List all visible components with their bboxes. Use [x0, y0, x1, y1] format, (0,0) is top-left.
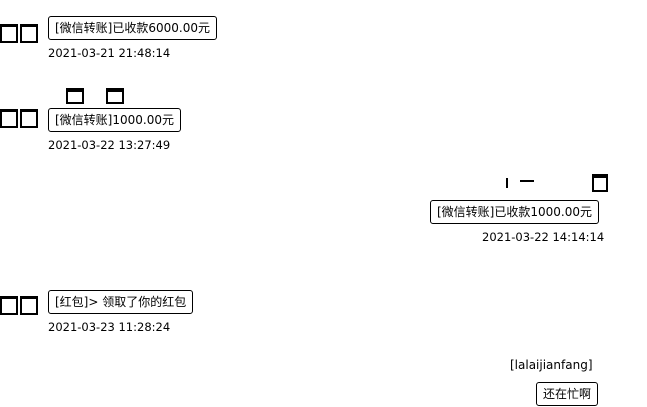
message-bubble[interactable]: 还在忙啊 [536, 382, 599, 406]
avatar [0, 109, 38, 128]
artifact-mark [520, 180, 534, 182]
message-bubble[interactable]: [微信转账]已收款1000.00元 [430, 200, 599, 224]
message-bubble[interactable]: [红包]> 领取了你的红包 [48, 290, 194, 314]
message-text: [微信转账]已收款6000.00元 [55, 21, 210, 35]
avatar [592, 174, 608, 192]
image-icon [66, 88, 84, 104]
message-text: [微信转账]1000.00元 [55, 113, 174, 127]
sender-handle: [lalaijianfang] [510, 358, 593, 372]
message-bubble[interactable]: [微信转账]1000.00元 [48, 108, 181, 132]
message-timestamp: 2021-03-23 11:28:24 [48, 320, 171, 334]
message-timestamp: 2021-03-21 21:48:14 [48, 46, 171, 60]
message-text: 还在忙啊 [543, 387, 592, 401]
image-icon [106, 88, 124, 104]
sender-name: [lalaijianfang] [510, 358, 593, 372]
artifact-mark [506, 178, 508, 188]
avatar [0, 24, 38, 43]
message-text: [微信转账]已收款1000.00元 [437, 205, 592, 219]
message-text: [红包]> 领取了你的红包 [55, 295, 187, 309]
avatar [0, 296, 38, 315]
message-bubble[interactable]: [微信转账]已收款6000.00元 [48, 16, 217, 40]
message-timestamp: 2021-03-22 14:14:14 [482, 230, 605, 244]
message-timestamp: 2021-03-22 13:27:49 [48, 138, 171, 152]
